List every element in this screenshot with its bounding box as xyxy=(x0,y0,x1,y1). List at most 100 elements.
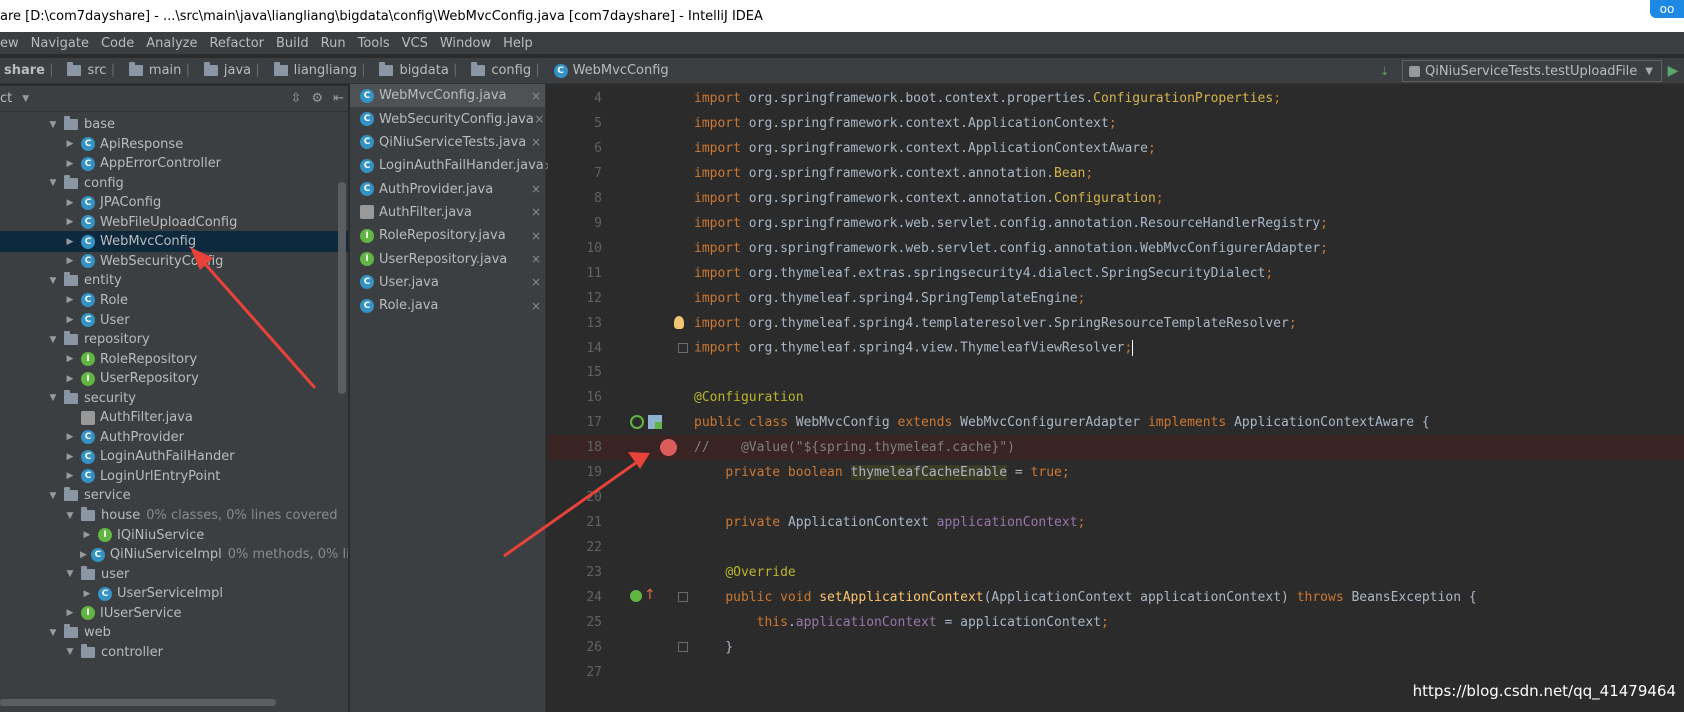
menu-item[interactable]: Run xyxy=(315,36,352,51)
tree-item[interactable]: ▼ repository xyxy=(0,329,348,350)
tree-item[interactable]: ▶ I UserRepository xyxy=(0,368,348,389)
tree-item[interactable]: ▶C QiNiuServiceImpl 0% methods, 0% line xyxy=(0,544,348,565)
breadcrumb-item[interactable]: config ▏ xyxy=(467,62,549,78)
collapsed-arrow-icon[interactable]: ▶ xyxy=(63,139,77,149)
fold-marker-icon[interactable] xyxy=(678,592,688,602)
tree-item[interactable]: ▶ C UserServiceImpl xyxy=(0,583,348,604)
vertical-scrollbar[interactable] xyxy=(338,182,346,394)
code-line[interactable]: 16 @Configuration xyxy=(548,385,1684,410)
tree-item[interactable]: ▼ config xyxy=(0,173,348,194)
expanded-arrow-icon[interactable]: ▼ xyxy=(46,120,60,130)
menu-item[interactable]: Code xyxy=(95,36,140,51)
code-line[interactable]: 8 import org.springframework.context.anno… xyxy=(548,186,1684,211)
collapsed-arrow-icon[interactable]: ▶ xyxy=(80,589,94,599)
code-line[interactable]: 18 // @Value("${spring.thymeleaf.cache}") xyxy=(548,435,1684,461)
menu-item[interactable]: VCS xyxy=(396,36,434,51)
tree-item[interactable]: ▶ C ApiResponse xyxy=(0,134,348,155)
menu-item[interactable]: Help xyxy=(497,36,539,51)
editor-tab[interactable]: CLoginAuthFailHander.java× xyxy=(350,154,554,177)
close-icon[interactable]: × xyxy=(527,275,545,289)
chevron-down-icon[interactable]: ▼ xyxy=(22,94,29,104)
expanded-arrow-icon[interactable]: ▼ xyxy=(63,511,77,521)
collapsed-arrow-icon[interactable]: ▶ xyxy=(63,217,77,227)
menu-item[interactable]: Tools xyxy=(352,36,396,51)
editor-tab[interactable]: C QiNiuServiceTests.java × xyxy=(350,131,545,154)
gutter[interactable]: ↑ xyxy=(602,585,694,610)
tree-item[interactable]: ▶ C LoginUrlEntryPoint xyxy=(0,466,348,487)
code-line[interactable]: 9 import org.springframework.web.servlet.… xyxy=(548,211,1684,236)
gutter[interactable] xyxy=(602,510,694,535)
gutter[interactable] xyxy=(602,261,694,286)
tree-item[interactable]: ▼ security xyxy=(0,388,348,409)
tree-item[interactable]: ▶ C WebFileUploadConfig xyxy=(0,212,348,233)
close-icon[interactable]: × xyxy=(527,229,545,243)
horizontal-scrollbar[interactable] xyxy=(0,699,276,706)
code-line[interactable]: 25 this.applicationContext = application… xyxy=(548,610,1684,635)
breadcrumb-item[interactable]: C WebMvcConfig xyxy=(550,63,673,78)
gutter[interactable] xyxy=(602,460,694,485)
gutter[interactable] xyxy=(602,211,694,236)
tree-item[interactable]: ▶ I RoleRepository xyxy=(0,349,348,370)
code-line[interactable]: 19 private boolean thymeleafCacheEnable … xyxy=(548,460,1684,485)
code-line[interactable]: 11 import org.thymeleaf.extras.springsecu… xyxy=(548,261,1684,286)
gutter[interactable] xyxy=(602,186,694,211)
tree-item[interactable]: ▶ C WebMvcConfig xyxy=(0,231,348,253)
code-line[interactable]: 24 ↑ public void setApplicationContext(Ap… xyxy=(548,585,1684,610)
close-icon[interactable]: × xyxy=(527,135,545,149)
code-line[interactable]: 4 import org.springframework.boot.context… xyxy=(548,86,1684,111)
breadcrumb-item[interactable]: share ▏ xyxy=(0,63,63,78)
gutter[interactable] xyxy=(602,485,694,510)
overrides-up-arrow-icon[interactable]: ↑ xyxy=(644,587,656,603)
gutter[interactable] xyxy=(602,610,694,635)
code-line[interactable]: 17 public class WebMvcConfig extends WebM… xyxy=(548,410,1684,435)
collapsed-arrow-icon[interactable]: ▶ xyxy=(80,550,87,560)
expanded-arrow-icon[interactable]: ▼ xyxy=(46,178,60,188)
tree-item[interactable]: AuthFilter.java xyxy=(0,407,348,428)
run-icon[interactable]: ▶ xyxy=(1662,60,1684,82)
collapsed-arrow-icon[interactable]: ▶ xyxy=(63,237,77,247)
code-line[interactable]: 22 xyxy=(548,535,1684,560)
collapsed-arrow-icon[interactable]: ▶ xyxy=(63,315,77,325)
build-icon[interactable]: ⇣ xyxy=(1380,65,1398,78)
code-line[interactable]: 26 } xyxy=(548,635,1684,660)
menu-item[interactable]: Window xyxy=(434,36,497,51)
gutter[interactable] xyxy=(602,385,694,410)
gutter[interactable] xyxy=(602,311,694,336)
gear-icon[interactable]: ⚙ xyxy=(311,91,323,106)
gutter[interactable] xyxy=(602,161,694,186)
code-line[interactable]: 10 import org.springframework.web.servlet… xyxy=(548,236,1684,261)
tree-item[interactable]: ▼ controller xyxy=(0,642,348,663)
run-config-select[interactable]: QiNiuServiceTests.testUploadFile ▼ xyxy=(1402,60,1662,82)
config-icon[interactable] xyxy=(648,415,662,430)
close-icon[interactable]: × xyxy=(527,205,545,219)
gutter[interactable] xyxy=(602,336,694,361)
collapsed-arrow-icon[interactable]: ▶ xyxy=(63,159,77,169)
tree-item[interactable]: ▶ I IQiNiuService xyxy=(0,525,348,546)
gutter[interactable] xyxy=(602,136,694,161)
lightbulb-icon[interactable] xyxy=(674,315,684,329)
tree-item[interactable]: ▶ C Role xyxy=(0,290,348,311)
collapse-all-icon[interactable]: ⇳ xyxy=(291,91,302,106)
code-line[interactable]: 13 import org.thymeleaf.spring4.templater… xyxy=(548,311,1684,336)
expanded-arrow-icon[interactable]: ▼ xyxy=(46,276,60,286)
tree-item[interactable]: ▼ house 0% classes, 0% lines covered xyxy=(0,505,348,526)
expanded-arrow-icon[interactable]: ▼ xyxy=(46,335,60,345)
collapsed-arrow-icon[interactable]: ▶ xyxy=(63,432,77,442)
code-editor[interactable]: 4 import org.springframework.boot.context… xyxy=(548,84,1684,712)
gutter[interactable] xyxy=(602,236,694,261)
implements-icon[interactable] xyxy=(630,590,642,602)
code-line[interactable]: 14 import org.thymeleaf.spring4.view.Thym… xyxy=(548,336,1684,361)
menu-item[interactable]: Navigate xyxy=(25,36,95,51)
fold-marker-icon[interactable] xyxy=(678,342,688,353)
gutter[interactable] xyxy=(602,410,694,435)
gutter[interactable] xyxy=(602,435,694,460)
cloud-badge-icon[interactable]: oo xyxy=(1650,0,1684,18)
collapsed-arrow-icon[interactable]: ▶ xyxy=(63,608,77,618)
breadcrumb-item[interactable]: main ▏ xyxy=(125,62,200,78)
tree-item[interactable]: ▼ user xyxy=(0,564,348,585)
menu-item[interactable]: Refactor xyxy=(203,36,270,51)
collapsed-arrow-icon[interactable]: ▶ xyxy=(63,452,77,462)
close-icon[interactable]: × xyxy=(527,89,545,103)
fold-marker-icon[interactable] xyxy=(678,641,688,652)
code-line[interactable]: 21 private ApplicationContext applicatio… xyxy=(548,510,1684,535)
